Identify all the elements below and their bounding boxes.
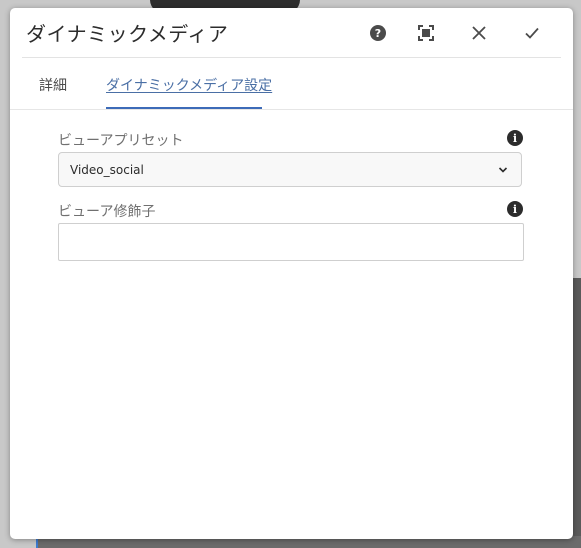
viewer-preset-value: Video_social	[70, 163, 144, 177]
info-icon[interactable]: i	[507, 201, 523, 217]
help-button[interactable]: ?	[365, 20, 391, 46]
svg-text:?: ?	[375, 27, 381, 40]
tab-dynamic-media-settings[interactable]: ダイナミックメディア設定	[106, 75, 272, 95]
done-icon	[525, 27, 539, 39]
fullscreen-button[interactable]	[413, 20, 439, 46]
close-button[interactable]	[466, 20, 492, 46]
viewer-modifier-label: ビューア修飾子	[58, 204, 156, 220]
close-icon	[472, 26, 486, 40]
tab-bar: 詳細 ダイナミックメディア設定	[10, 58, 573, 110]
chevron-down-icon	[498, 167, 508, 173]
dynamic-media-dialog: ダイナミックメディア ? 詳細 ダイナミックメディア設定 ビューアプリセット i…	[10, 8, 573, 539]
dialog-header: ダイナミックメディア ?	[10, 8, 573, 58]
active-tab-indicator	[106, 107, 262, 109]
viewer-preset-label: ビューアプリセット	[58, 133, 184, 149]
dialog-title: ダイナミックメディア	[26, 22, 229, 46]
done-button[interactable]	[519, 20, 545, 46]
help-icon: ?	[370, 25, 386, 41]
fullscreen-icon	[418, 25, 434, 41]
info-icon[interactable]: i	[507, 130, 523, 146]
viewer-preset-select[interactable]: Video_social	[58, 152, 522, 187]
viewer-modifier-input[interactable]	[58, 223, 524, 261]
tab-details[interactable]: 詳細	[39, 75, 67, 95]
